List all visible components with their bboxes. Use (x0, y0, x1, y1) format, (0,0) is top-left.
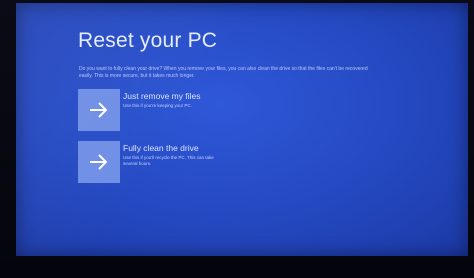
just-remove-files-option[interactable]: Just remove my files Use this if you're … (78, 89, 338, 131)
option-title: Fully clean the drive (123, 143, 199, 153)
page-title: Reset your PC (78, 29, 218, 52)
fully-clean-drive-option[interactable]: Fully clean the drive Use this if you'll… (78, 141, 338, 183)
arrow-right-icon (90, 102, 108, 118)
option-tile (78, 89, 120, 131)
page-description: Do you want to fully clean your drive? W… (79, 66, 368, 79)
option-title: Just remove my files (123, 91, 201, 101)
option-subtitle: Use this if you're keeping your PC. (123, 103, 192, 108)
arrow-right-icon (90, 154, 108, 170)
option-subtitle: Use this if you'll recycle the PC. This … (123, 155, 214, 166)
recovery-screen: Reset your PC Do you want to fully clean… (16, 3, 468, 256)
option-tile (78, 141, 120, 183)
